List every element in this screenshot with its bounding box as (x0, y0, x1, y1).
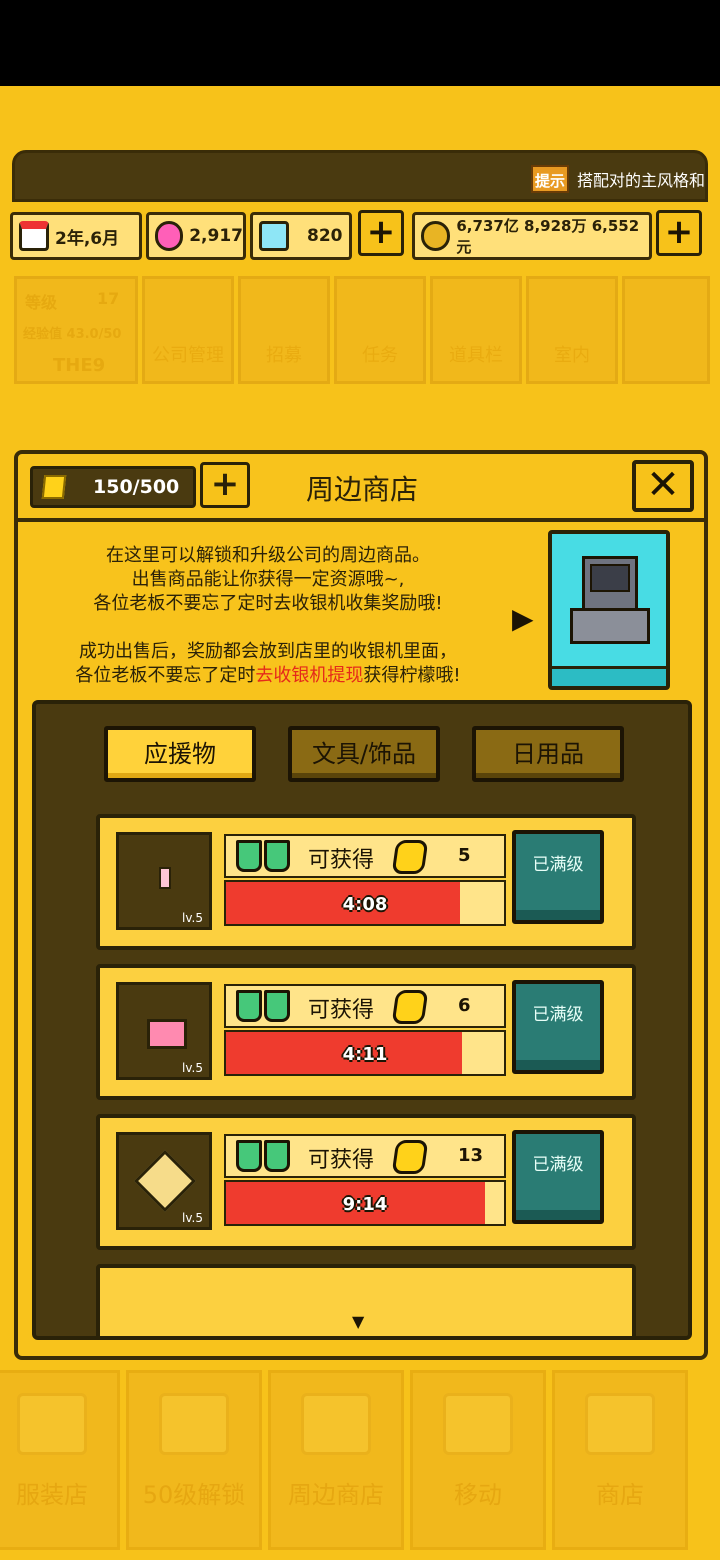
nav-clothing-store[interactable]: 服装店 (0, 1370, 120, 1550)
progress-bar: 9:14 (224, 1180, 506, 1226)
tab-daily-goods[interactable]: 日用品 (472, 726, 624, 782)
progress-bar: 4:11 (224, 1030, 506, 1076)
tip-text: 搭配对的主风格和 (577, 171, 706, 190)
lightstick-icon: lv.5 (116, 832, 212, 930)
gem-counter: 2,917 (146, 212, 246, 260)
menu-inventory[interactable]: 道具栏 (430, 276, 522, 384)
coin-icon (421, 221, 451, 251)
reward-row: 可获得 6 (224, 984, 506, 1028)
cash-register-button[interactable] (548, 530, 670, 690)
potion-icon (236, 990, 262, 1022)
add-diamond-button[interactable]: + (358, 210, 404, 256)
calendar-icon (19, 221, 49, 251)
dialog-title: 周边商店 (305, 473, 418, 506)
dialog-header: 150/500 + 周边商店 ✕ (18, 454, 704, 522)
potion-icon (236, 840, 262, 872)
system-status-bar (0, 0, 720, 86)
add-money-button[interactable]: + (656, 210, 702, 256)
date-display: 2年,6月 (10, 212, 142, 260)
list-item: lv.5 可获得 13 9:14 已满级 (96, 1114, 636, 1250)
scroll-down-icon[interactable]: ▼ (352, 1312, 364, 1331)
mail-icon[interactable] (622, 276, 710, 384)
money-counter: 6,737亿 8,928万 6,552元 (412, 212, 652, 260)
pink-gem-icon (155, 221, 184, 251)
nav-move[interactable]: 移动 (410, 1370, 546, 1550)
lemon-icon (391, 1140, 429, 1174)
register-icon (301, 1393, 371, 1455)
potion-icon (264, 990, 290, 1022)
reward-row: 可获得 13 (224, 1134, 506, 1178)
resource-bar: 2年,6月 2,917 820 + 6,737亿 8,928万 6,552元 + (10, 208, 710, 264)
list-item: lv.5 可获得 6 4:11 已满级 (96, 964, 636, 1100)
tshirt-icon: lv.5 (116, 982, 212, 1080)
lemon-icon (391, 840, 429, 874)
tip-badge: 提示 (531, 165, 569, 193)
reward-row: 可获得 5 (224, 834, 506, 878)
lemon-counter: 150/500 (30, 466, 196, 508)
list-item (96, 1264, 636, 1336)
card-icon: lv.5 (116, 1132, 212, 1230)
add-lemon-button[interactable]: + (200, 462, 250, 508)
merch-store-dialog: 150/500 + 周边商店 ✕ 在这里可以解锁和升级公司的周边商品。 出售商品… (14, 450, 708, 1360)
potion-icon (264, 1140, 290, 1172)
max-level-button[interactable]: 已满级 (512, 1130, 604, 1224)
description: 在这里可以解锁和升级公司的周边商品。 出售商品能让你获得一定资源哦~, 各位老板… (75, 545, 461, 686)
menu-interior[interactable]: 室内 (526, 276, 618, 384)
menu-company[interactable]: 公司管理 (142, 276, 234, 384)
max-level-button[interactable]: 已满级 (512, 830, 604, 924)
item-panel: 应援物 文具/饰品 日用品 lv.5 可获得 5 4:08 已满级 lv.5 可… (32, 700, 692, 1340)
close-button[interactable]: ✕ (632, 460, 694, 512)
progress-bar: 4:08 (224, 880, 506, 926)
max-level-button[interactable]: 已满级 (512, 980, 604, 1074)
tab-stationery[interactable]: 文具/饰品 (288, 726, 440, 782)
potion-icon (264, 840, 290, 872)
level-panel: 等级 17 经验值 43.0/50 THE9 (14, 276, 138, 384)
nav-locked[interactable]: 50级解锁 (126, 1370, 262, 1550)
tip-bar: 提示 搭配对的主风格和 (12, 150, 708, 202)
diamond-icon (259, 221, 289, 251)
lock-icon (159, 1393, 229, 1455)
arrow-right-icon: ▶ (512, 602, 534, 635)
truck-icon (443, 1393, 513, 1455)
cash-register-icon (570, 556, 650, 644)
lemon-icon (41, 475, 67, 499)
diamond-counter: 820 (250, 212, 352, 260)
nav-merch-store[interactable]: 周边商店 (268, 1370, 404, 1550)
nav-shop[interactable]: 商店 (552, 1370, 688, 1550)
shirt-icon (17, 1393, 87, 1455)
menu-recruit[interactable]: 招募 (238, 276, 330, 384)
lemon-icon (391, 990, 429, 1024)
shop-icon (585, 1393, 655, 1455)
potion-icon (236, 1140, 262, 1172)
bottom-nav: 服装店 50级解锁 周边商店 移动 商店 (0, 1366, 720, 1560)
list-item: lv.5 可获得 5 4:08 已满级 (96, 814, 636, 950)
menu-tasks[interactable]: 任务 (334, 276, 426, 384)
tab-support-goods[interactable]: 应援物 (104, 726, 256, 782)
